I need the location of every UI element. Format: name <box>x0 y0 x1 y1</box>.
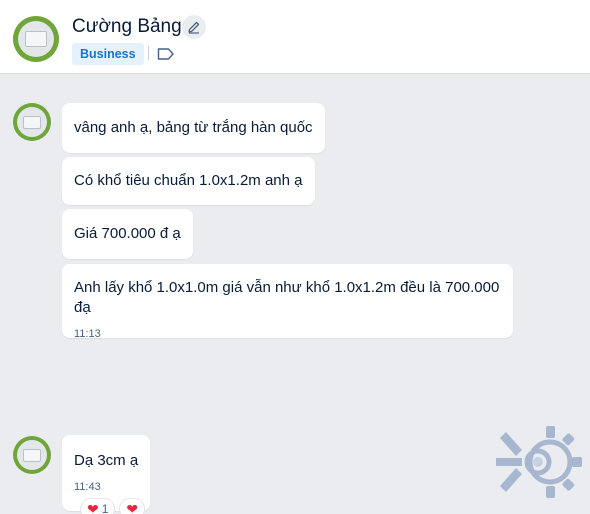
divider <box>148 46 149 60</box>
message-text: Dạ 3cm ạ <box>74 452 139 469</box>
reaction-count-pill[interactable]: ❤ 1 <box>80 498 116 514</box>
contact-name[interactable]: Cường Bảng <box>72 16 182 38</box>
pencil-icon <box>188 21 200 34</box>
message-bubble[interactable]: Có khổ tiêu chuẩn 1.0x1.2m anh ạ <box>62 157 315 205</box>
edit-name-button[interactable] <box>182 15 206 39</box>
message-bubble[interactable]: vâng anh ạ, bảng từ trắng hàn quốc <box>62 103 325 153</box>
add-reaction-button[interactable]: ❤ <box>119 498 146 514</box>
business-badge: Business <box>72 43 144 65</box>
message-text: Có khổ tiêu chuẩn 1.0x1.2m anh ạ <box>74 172 303 189</box>
message-bubble[interactable]: Giá 700.000 đ ạ <box>62 209 193 259</box>
message-text: vâng anh ạ, bảng từ trắng hàn quốc <box>74 119 313 136</box>
contact-avatar[interactable] <box>13 16 59 62</box>
gear-watermark-icon <box>496 426 582 498</box>
message-bubble[interactable]: Anh lấy khổ 1.0x1.0m giá vẫn như khổ 1.0… <box>62 264 513 340</box>
label-tag-icon[interactable] <box>157 47 175 61</box>
sender-avatar[interactable] <box>13 436 51 474</box>
message-time: 11:13 <box>74 328 101 340</box>
reaction-count: 1 <box>101 502 109 514</box>
heart-icon: ❤ <box>126 500 139 514</box>
reaction-bar: ❤ 1 ❤ <box>80 498 146 514</box>
message-text: Giá 700.000 đ ạ <box>74 225 181 242</box>
message-text: Anh lấy khổ 1.0x1.0m giá vẫn như khổ 1.0… <box>74 279 500 316</box>
chat-header: Cường Bảng Business <box>0 0 590 74</box>
sender-avatar[interactable] <box>13 103 51 141</box>
heart-icon: ❤ <box>87 500 99 514</box>
message-time: 11:43 <box>74 481 101 493</box>
